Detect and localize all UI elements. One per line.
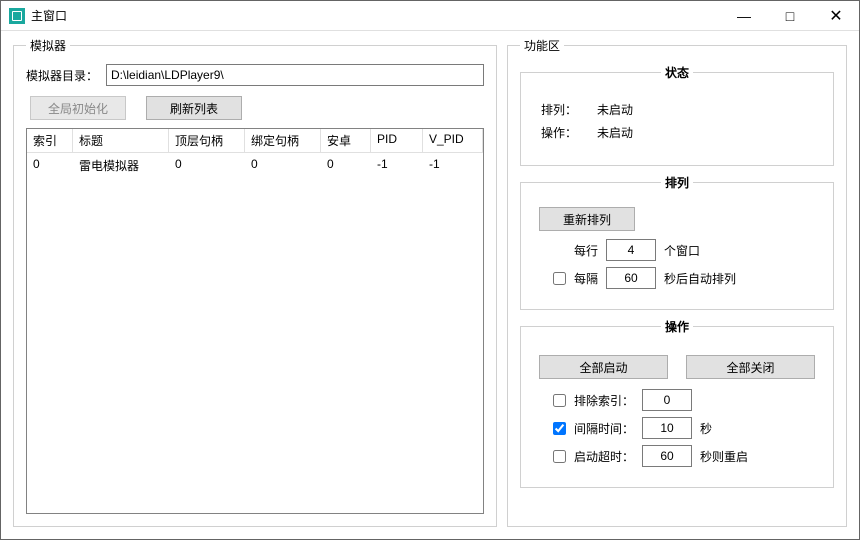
emulator-group: 模拟器 模拟器目录： 全局初始化 刷新列表 索引 标题 顶层句柄 绑定句柄 安卓… [13, 37, 497, 527]
operations-group: 操作 全部启动 全部关闭 排除索引： 间隔时间 [520, 318, 834, 488]
cell-top-hwnd: 0 [169, 154, 245, 177]
emulator-button-row: 全局初始化 刷新列表 [26, 96, 484, 120]
interval-label: 间隔时间： [574, 420, 634, 437]
timeout-input[interactable] [642, 445, 692, 467]
emulator-dir-input[interactable] [106, 64, 484, 86]
interval-input[interactable] [642, 417, 692, 439]
status-arrange-value: 未启动 [597, 101, 633, 118]
interval-suffix: 秒 [700, 420, 712, 437]
col-index[interactable]: 索引 [27, 129, 73, 153]
status-group: 状态 排列： 未启动 操作： 未启动 [520, 64, 834, 166]
exclude-index-label: 排除索引： [574, 392, 634, 409]
window-controls: — □ ✕ [721, 1, 859, 30]
auto-arrange-interval-input[interactable] [606, 267, 656, 289]
col-pid[interactable]: PID [371, 129, 423, 153]
status-operate-value: 未启动 [597, 124, 633, 141]
window-title: 主窗口 [31, 7, 67, 24]
auto-arrange-label: 每隔 [574, 270, 598, 287]
close-button[interactable]: ✕ [813, 1, 859, 30]
col-top-hwnd[interactable]: 顶层句柄 [169, 129, 245, 153]
maximize-button[interactable]: □ [767, 1, 813, 30]
emulator-listview[interactable]: 索引 标题 顶层句柄 绑定句柄 安卓 PID V_PID 0 雷电模拟器 0 0… [26, 128, 484, 514]
status-arrange-label: 排列： [541, 101, 581, 118]
operations-legend: 操作 [661, 318, 693, 335]
table-row[interactable]: 0 雷电模拟器 0 0 0 -1 -1 [27, 154, 483, 177]
auto-arrange-checkbox[interactable] [553, 272, 566, 285]
close-all-button[interactable]: 全部关闭 [686, 355, 815, 379]
perrow-label: 每行 [574, 242, 598, 259]
timeout-suffix: 秒则重启 [700, 448, 748, 465]
minimize-button[interactable]: — [721, 1, 767, 30]
exclude-index-checkbox[interactable] [553, 394, 566, 407]
titlebar[interactable]: 主窗口 — □ ✕ [1, 1, 859, 31]
function-group: 功能区 状态 排列： 未启动 操作： 未启动 排列 [507, 37, 847, 527]
col-android[interactable]: 安卓 [321, 129, 371, 153]
emulator-dir-row: 模拟器目录： [26, 64, 484, 86]
global-init-button[interactable]: 全局初始化 [30, 96, 126, 120]
cell-vpid: -1 [423, 154, 483, 177]
emulator-dir-label: 模拟器目录： [26, 67, 98, 84]
col-vpid[interactable]: V_PID [423, 129, 483, 153]
perrow-input[interactable] [606, 239, 656, 261]
refresh-list-button[interactable]: 刷新列表 [146, 96, 242, 120]
status-legend: 状态 [661, 64, 693, 81]
rearrange-button[interactable]: 重新排列 [539, 207, 635, 231]
listview-header: 索引 标题 顶层句柄 绑定句柄 安卓 PID V_PID [27, 129, 483, 154]
arrange-legend: 排列 [661, 174, 693, 191]
cell-android: 0 [321, 154, 371, 177]
function-legend: 功能区 [520, 37, 564, 54]
col-bind-hwnd[interactable]: 绑定句柄 [245, 129, 321, 153]
start-all-button[interactable]: 全部启动 [539, 355, 668, 379]
timeout-checkbox[interactable] [553, 450, 566, 463]
timeout-label: 启动超时： [574, 448, 634, 465]
auto-arrange-suffix: 秒后自动排列 [664, 270, 736, 287]
status-operate-label: 操作： [541, 124, 581, 141]
content-area: 模拟器 模拟器目录： 全局初始化 刷新列表 索引 标题 顶层句柄 绑定句柄 安卓… [1, 31, 859, 539]
cell-bind-hwnd: 0 [245, 154, 321, 177]
cell-title: 雷电模拟器 [73, 154, 169, 177]
cell-pid: -1 [371, 154, 423, 177]
perrow-suffix: 个窗口 [664, 242, 700, 259]
exclude-index-input[interactable] [642, 389, 692, 411]
arrange-group: 排列 重新排列 每行 个窗口 每隔 [520, 174, 834, 310]
cell-index: 0 [27, 154, 73, 177]
col-title[interactable]: 标题 [73, 129, 169, 153]
app-icon [9, 8, 25, 24]
main-window: 主窗口 — □ ✕ 模拟器 模拟器目录： 全局初始化 刷新列表 索引 标题 [0, 0, 860, 540]
emulator-legend: 模拟器 [26, 37, 70, 54]
interval-checkbox[interactable] [553, 422, 566, 435]
